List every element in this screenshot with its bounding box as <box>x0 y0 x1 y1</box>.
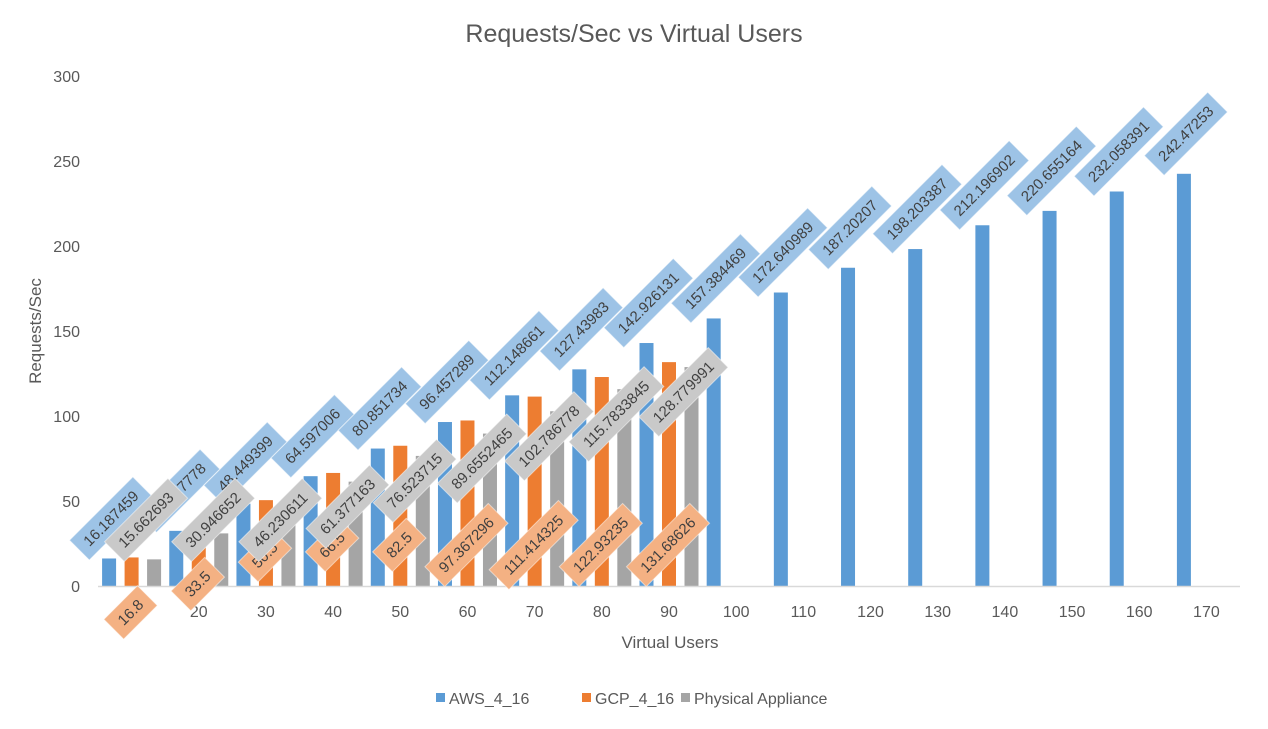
data-label-gcp-4-16-10: 16.8 <box>103 585 159 640</box>
chart-container: Requests/Sec vs Virtual Users 0 50 100 150 2… <box>0 0 1268 729</box>
bar-aws-4-16-110 <box>773 292 788 586</box>
y-tick-label: 0 <box>71 579 80 596</box>
data-label-text: 112.148661 <box>481 322 548 389</box>
bar-aws-4-16-150 <box>1042 210 1057 586</box>
bar-gcp-4-16-10 <box>124 557 139 586</box>
bar-aws-4-16-10 <box>102 558 117 586</box>
legend-swatch <box>582 693 591 702</box>
y-tick-label: 200 <box>53 239 80 256</box>
bar-aws-4-16-160 <box>1109 191 1124 586</box>
x-tick-label: 90 <box>660 604 678 621</box>
x-tick-label: 150 <box>1059 604 1086 621</box>
data-label-aws-4-16-40: 64.597006 <box>270 393 355 479</box>
chart-svg: Requests/Sec vs Virtual Users 0 50 100 150 2… <box>26 20 1240 708</box>
bar-aws-4-16-130 <box>908 249 923 586</box>
x-tick-label: 110 <box>791 604 817 621</box>
x-tick-label: 100 <box>723 604 750 621</box>
x-tick-label: 70 <box>526 604 544 621</box>
legend-item-gcp-4-16[interactable]: GCP_4_16 <box>582 691 674 708</box>
legend-swatch <box>681 693 690 702</box>
legend-item-physical-appliance[interactable]: Physical Appliance <box>681 691 828 708</box>
bar-aws-4-16-120 <box>841 267 856 586</box>
chart-title: Requests/Sec vs Virtual Users <box>465 20 802 48</box>
y-tick-label: 250 <box>53 154 80 171</box>
data-label-text: 48.449399 <box>215 433 277 495</box>
x-tick-label: 40 <box>324 604 342 621</box>
data-label-text: 232.058391 <box>1085 118 1153 186</box>
x-tick-label: 80 <box>593 604 611 621</box>
data-label-text: 96.457289 <box>416 351 478 413</box>
legend-item-aws-4-16[interactable]: AWS_4_16 <box>436 691 529 708</box>
data-label-text: 80.851734 <box>349 378 411 440</box>
x-tick-label: 160 <box>1126 604 1153 621</box>
legend-label: AWS_4_16 <box>449 691 529 708</box>
x-tick-label: 140 <box>992 604 1019 621</box>
x-tick-label: 50 <box>391 604 409 621</box>
legend-label: GCP_4_16 <box>595 691 674 708</box>
data-label-text: 127.43983 <box>551 299 613 361</box>
data-label-text: 220.655164 <box>1018 137 1086 205</box>
x-axis-title: Virtual Users <box>622 633 719 652</box>
y-axis-ticks: 0 50 100 150 200 250 300 <box>53 69 80 596</box>
y-tick-label: 300 <box>53 69 80 86</box>
data-label-text: 64.597006 <box>282 405 344 467</box>
y-axis-title: Requests/Sec <box>26 278 45 384</box>
bar-aws-4-16-170 <box>1176 173 1191 586</box>
x-tick-label: 130 <box>924 604 951 621</box>
legend-swatch <box>436 693 445 702</box>
y-tick-label: 50 <box>62 494 80 511</box>
data-label-text: 187.20207 <box>819 197 881 259</box>
y-tick-label: 150 <box>53 324 80 341</box>
data-label-aws-4-16-50: 80.851734 <box>337 366 423 451</box>
x-axis-ticks: 1020304050607080901001101201301401501601… <box>123 604 1220 621</box>
x-tick-label: 30 <box>257 604 275 621</box>
bar-physical-appliance-10 <box>147 559 162 586</box>
x-tick-label: 60 <box>459 604 477 621</box>
legend: AWS_4_16 GCP_4_16 Physical Appliance <box>436 691 828 708</box>
data-label-text: 242.47253 <box>1155 103 1217 165</box>
bar-aws-4-16-140 <box>975 225 990 587</box>
x-tick-label: 120 <box>857 604 884 621</box>
y-tick-label: 100 <box>53 409 80 426</box>
legend-label: Physical Appliance <box>694 691 828 708</box>
x-tick-label: 170 <box>1193 604 1220 621</box>
data-label-text: 30.946652 <box>183 489 245 551</box>
